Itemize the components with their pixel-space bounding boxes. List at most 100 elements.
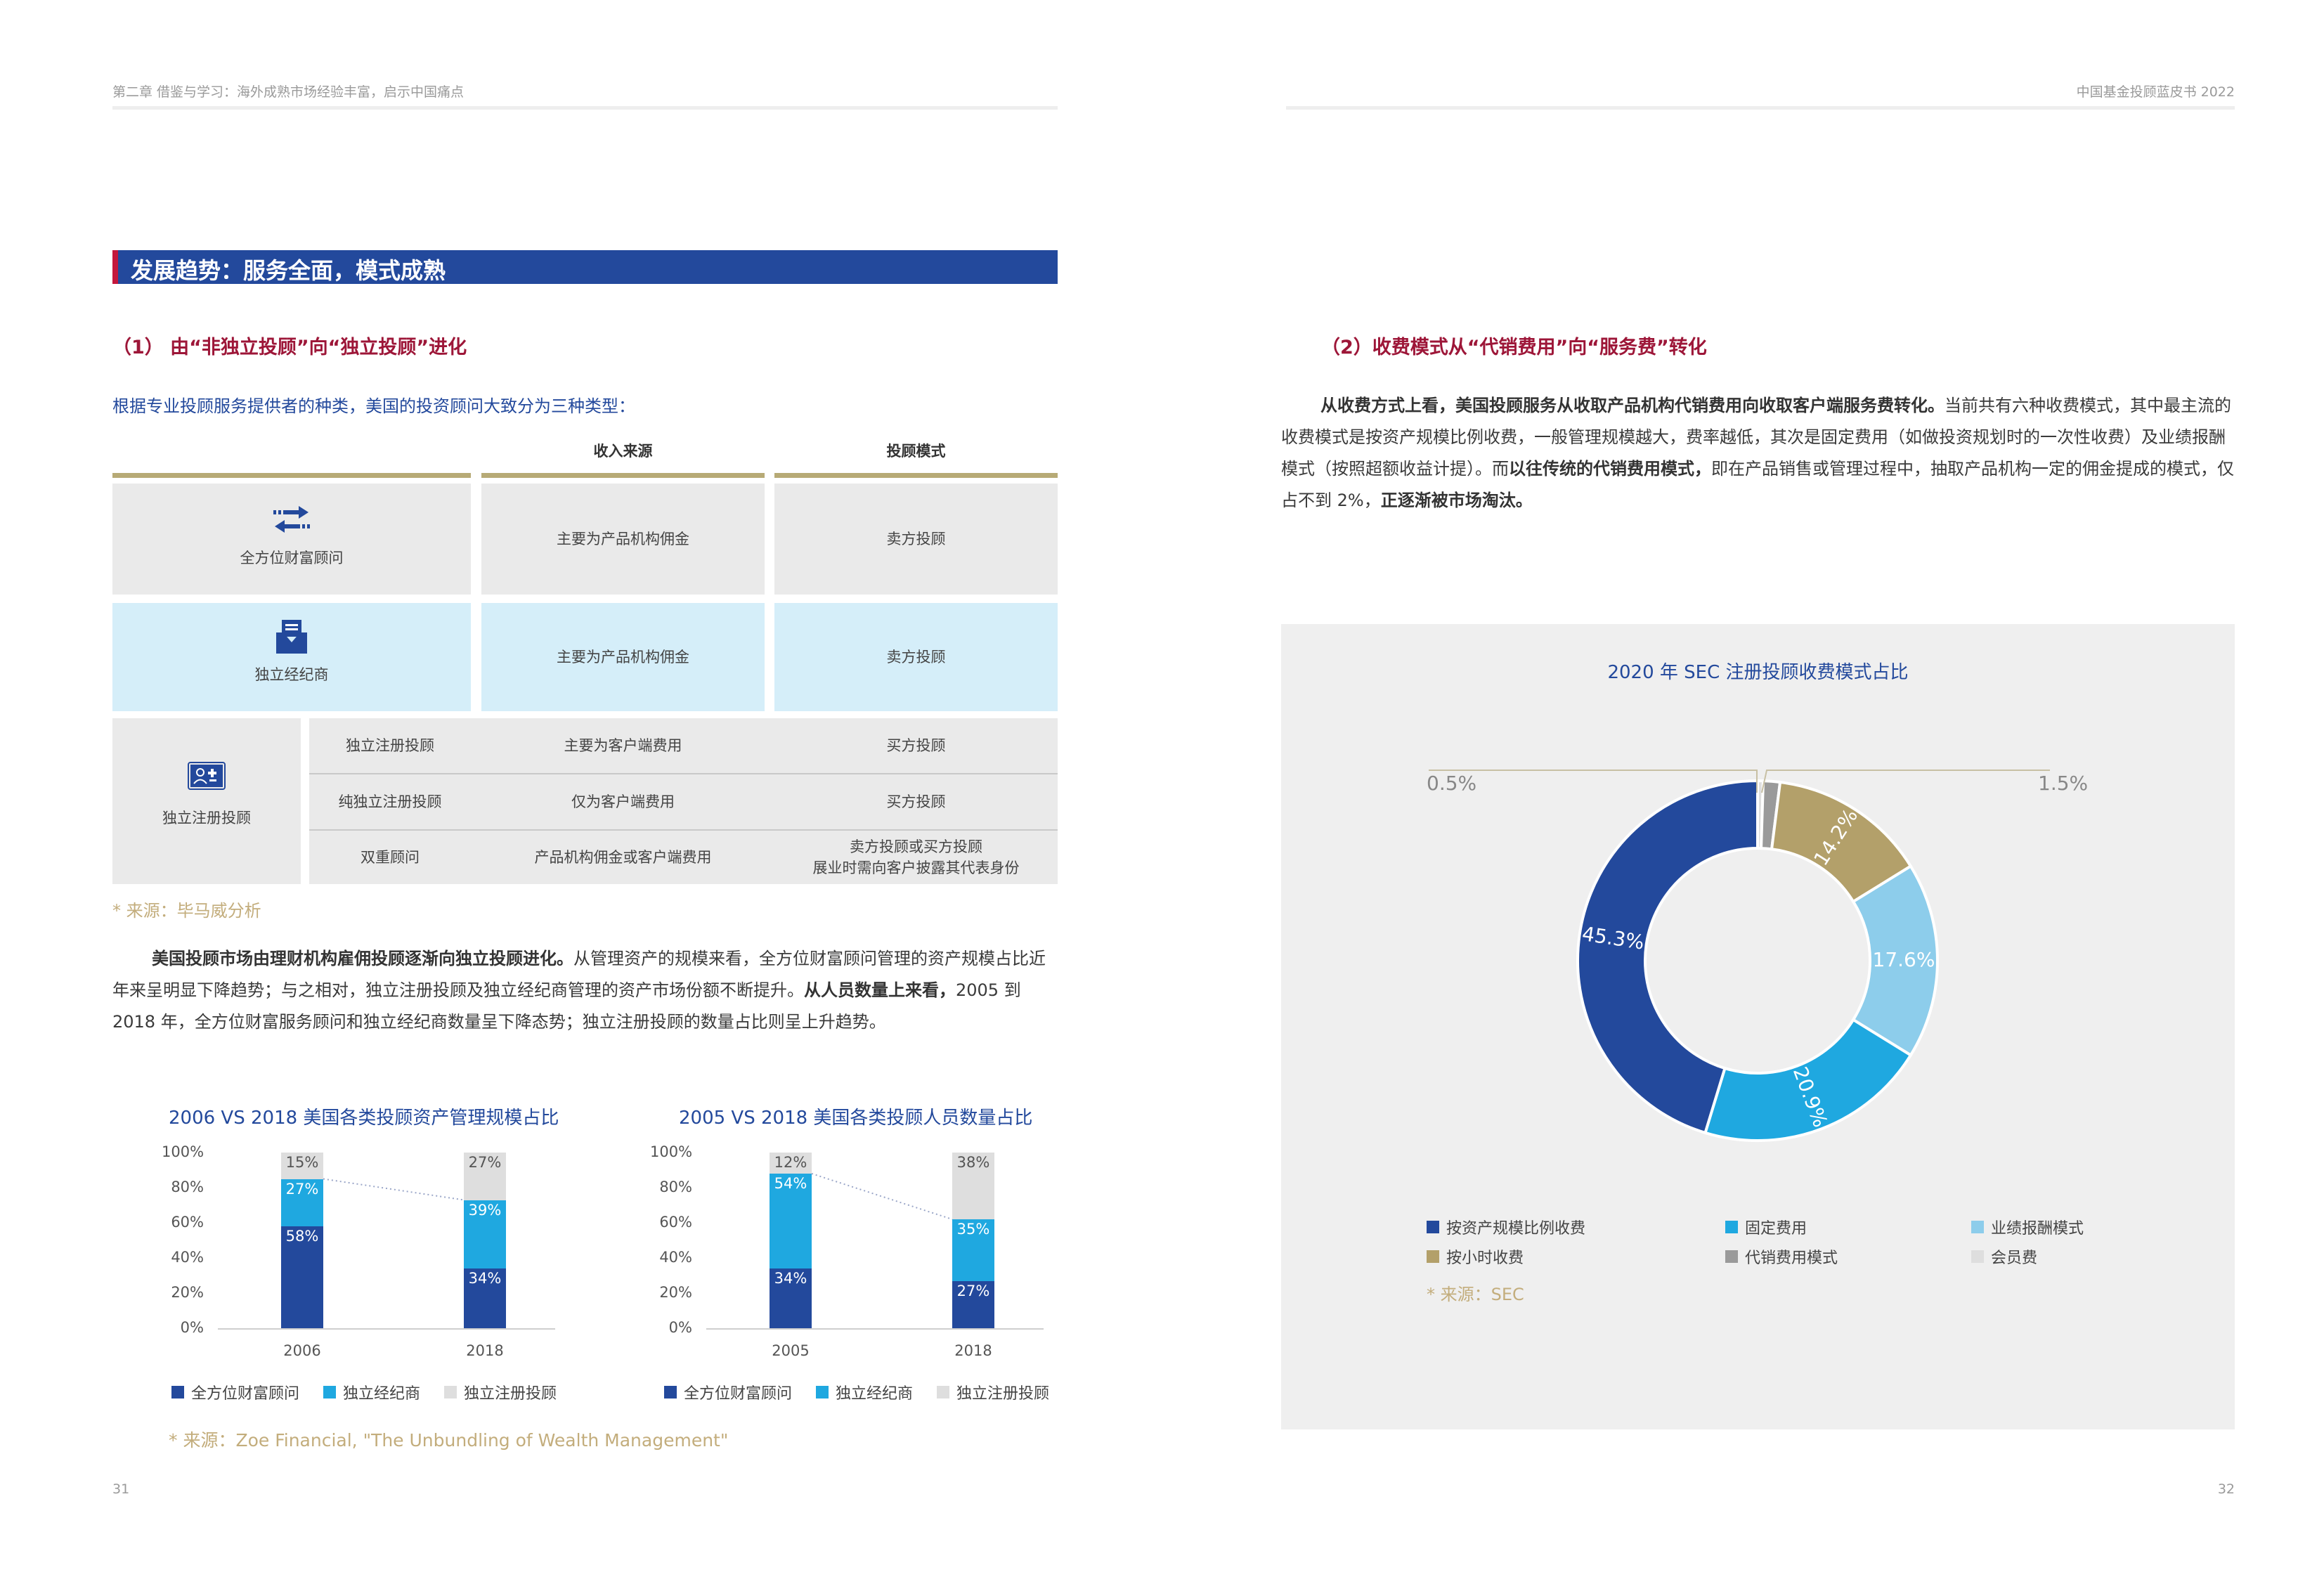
table-header-mode: 投顾模式 — [886, 443, 946, 460]
legend-label: 代销费用模式 — [1745, 1250, 1838, 1267]
mode-line: 卖方投顾或买方投顾 — [850, 838, 982, 855]
table-header-income: 收入来源 — [593, 443, 653, 460]
table-rule — [481, 473, 765, 478]
legend-label: 独立经纪商 — [343, 1385, 421, 1403]
type-label: 全方位财富顾问 — [240, 550, 344, 566]
header-rule-left — [112, 106, 1058, 110]
connector-line — [811, 1173, 953, 1220]
legend-item: 独立注册投顾 — [444, 1381, 557, 1403]
section-title: 发展趋势：服务全面，模式成熟 — [131, 257, 446, 284]
legend-label: 全方位财富顾问 — [191, 1385, 300, 1403]
legend-item: 固定费用 — [1725, 1216, 1807, 1238]
table-rule — [112, 473, 471, 478]
subtype-cell: 双重顾问 — [361, 849, 420, 866]
legend-swatch — [1427, 1221, 1439, 1233]
legend-item: 独立注册投顾 — [937, 1381, 1049, 1403]
running-header-right: 中国基金投顾蓝皮书 2022 — [2076, 84, 2235, 100]
legend-item: 独立经纪商 — [323, 1381, 420, 1403]
type-label: 独立注册投顾 — [162, 810, 251, 826]
subtype-cell: 独立注册投顾 — [346, 737, 434, 754]
legend-label: 会员费 — [1991, 1250, 2038, 1267]
bold-text: 以往传统的代销费用模式， — [1509, 459, 1711, 479]
bar-chart-2: 0% 20% 40% 60% 80% 100% 34% 54% 12% 2005 27% 35% 38%… — [650, 1143, 1058, 1403]
legend-swatch — [323, 1386, 337, 1398]
legend-item: 会员费 — [1971, 1245, 2037, 1268]
table-row-type: 全方位财富顾问 — [112, 484, 471, 595]
table-row-type: 独立注册投顾 — [112, 718, 301, 884]
legend-item: 按小时收费 — [1427, 1245, 1524, 1268]
legend-swatch — [1971, 1221, 1984, 1233]
mode-cell: 买方投顾 — [886, 793, 946, 810]
bold-text: 从人员数量上来看， — [804, 980, 956, 1000]
legend-swatch — [1971, 1250, 1984, 1263]
legend-swatch — [937, 1386, 950, 1398]
intro-text: 根据专业投顾服务提供者的种类，美国的投资顾问大致分为三种类型： — [112, 396, 635, 416]
legend-label: 按资产规模比例收费 — [1446, 1220, 1586, 1238]
legend-item: 全方位财富顾问 — [664, 1381, 792, 1403]
bold-text: 从收费方式上看，美国投顾服务从收取产品机构代销费用向收取客户端服务费转化。 — [1320, 396, 1945, 415]
legend-swatch — [171, 1386, 184, 1398]
section-title-bar: 发展趋势：服务全面，模式成熟 — [112, 250, 1058, 284]
legend-item: 代销费用模式 — [1725, 1245, 1838, 1268]
income-cell: 主要为产品机构佣金 — [481, 603, 765, 711]
inbox-document-icon — [276, 620, 307, 654]
bold-text: 正逐渐被市场淘汰。 — [1380, 491, 1533, 510]
chart-source: * 来源：Zoe Financial, "The Unbundling of W… — [169, 1430, 729, 1451]
income-cell: 主要为客户端费用 — [564, 737, 682, 754]
bar-chart-1-title: 2006 VS 2018 美国各类投顾资产管理规模占比 — [169, 1108, 559, 1129]
income-cell: 主要为产品机构佣金 — [481, 484, 765, 595]
bar-legend: 全方位财富顾问 独立经纪商 独立注册投顾 — [664, 1381, 1049, 1403]
subheading-left: （1） 由“非独立投顾”向“独立投顾”进化 — [112, 337, 467, 358]
body-paragraph-left: 美国投顾市场由理财机构雇佣投顾逐渐向独立投顾进化。从管理资产的规模来看，全方位财… — [112, 943, 1058, 1038]
legend-label: 独立经纪商 — [836, 1385, 914, 1403]
mode-cell: 卖方投顾或买方投顾 展业时需向客户披露其代表身份 — [774, 831, 1058, 884]
legend-label: 业绩报酬模式 — [1991, 1220, 2084, 1238]
legend-label: 全方位财富顾问 — [684, 1385, 793, 1403]
mode-cell: 卖方投顾 — [774, 603, 1058, 711]
slice-data-label: 17.6% — [1873, 948, 1935, 971]
mode-line: 展业时需向客户披露其代表身份 — [812, 859, 1020, 876]
legend-item: 全方位财富顾问 — [171, 1381, 299, 1403]
legend-swatch — [816, 1386, 829, 1398]
type-label: 独立经纪商 — [254, 666, 329, 683]
legend-swatch — [1427, 1250, 1439, 1263]
mode-cell: 卖方投顾 — [774, 484, 1058, 595]
pie-source: * 来源：SEC — [1427, 1285, 1524, 1304]
body-paragraph-right: 从收费方式上看，美国投顾服务从收取产品机构代销费用向收取客户端服务费转化。当前共… — [1281, 390, 2235, 517]
slice-label-outside: 1.5% — [2038, 772, 2089, 795]
legend-label: 固定费用 — [1745, 1220, 1807, 1238]
bar-legend: 全方位财富顾问 独立经纪商 独立注册投顾 — [171, 1381, 557, 1403]
legend-swatch — [444, 1386, 457, 1398]
legend-swatch — [1725, 1221, 1738, 1233]
bar-chart-2-title: 2005 VS 2018 美国各类投顾人员数量占比 — [679, 1108, 1033, 1129]
section-accent — [112, 250, 118, 284]
income-cell: 产品机构佣金或客户端费用 — [534, 849, 712, 866]
legend-item: 独立经纪商 — [816, 1381, 913, 1403]
connector-line — [323, 1178, 465, 1201]
table-row-type: 独立经纪商 — [112, 603, 471, 711]
table-rule — [774, 473, 1058, 478]
running-header-left: 第二章 借鉴与学习：海外成熟市场经验丰富，启示中国痛点 — [112, 84, 465, 100]
income-cell: 仅为客户端费用 — [571, 793, 675, 810]
legend-swatch — [664, 1386, 677, 1398]
page-number-left: 31 — [112, 1481, 130, 1497]
legend-label: 独立注册投顾 — [956, 1385, 1050, 1403]
legend-swatch — [1725, 1250, 1738, 1263]
legend-item: 业绩报酬模式 — [1971, 1216, 2084, 1238]
table-source: * 来源：毕马威分析 — [112, 901, 261, 921]
pie-title: 2020 年 SEC 注册投顾收费模式占比 — [1607, 662, 1909, 683]
slice-label-outside: 0.5% — [1427, 772, 1477, 795]
legend-label: 按小时收费 — [1446, 1250, 1524, 1267]
transfer-arrows-icon — [273, 506, 310, 533]
subtype-cell: 纯独立注册投顾 — [338, 793, 442, 810]
bar-chart-1: 0% 20% 40% 60% 80% 100% 58% 27% 15% 2006 34% 39% 27%… — [162, 1143, 583, 1403]
header-rule-right — [1286, 106, 2235, 110]
people-id-icon — [188, 762, 226, 790]
legend-label: 独立注册投顾 — [464, 1385, 557, 1403]
mode-cell: 买方投顾 — [886, 737, 946, 754]
page-number-right: 32 — [2217, 1481, 2235, 1497]
bold-text: 美国投顾市场由理财机构雇佣投顾逐渐向独立投顾进化。 — [152, 949, 573, 968]
legend-item: 按资产规模比例收费 — [1427, 1216, 1585, 1238]
subheading-right: （2）收费模式从“代销费用”向“服务费”转化 — [1321, 337, 1707, 358]
donut-chart: 14.2%17.6%20.9%45.3% — [1429, 770, 2050, 1142]
